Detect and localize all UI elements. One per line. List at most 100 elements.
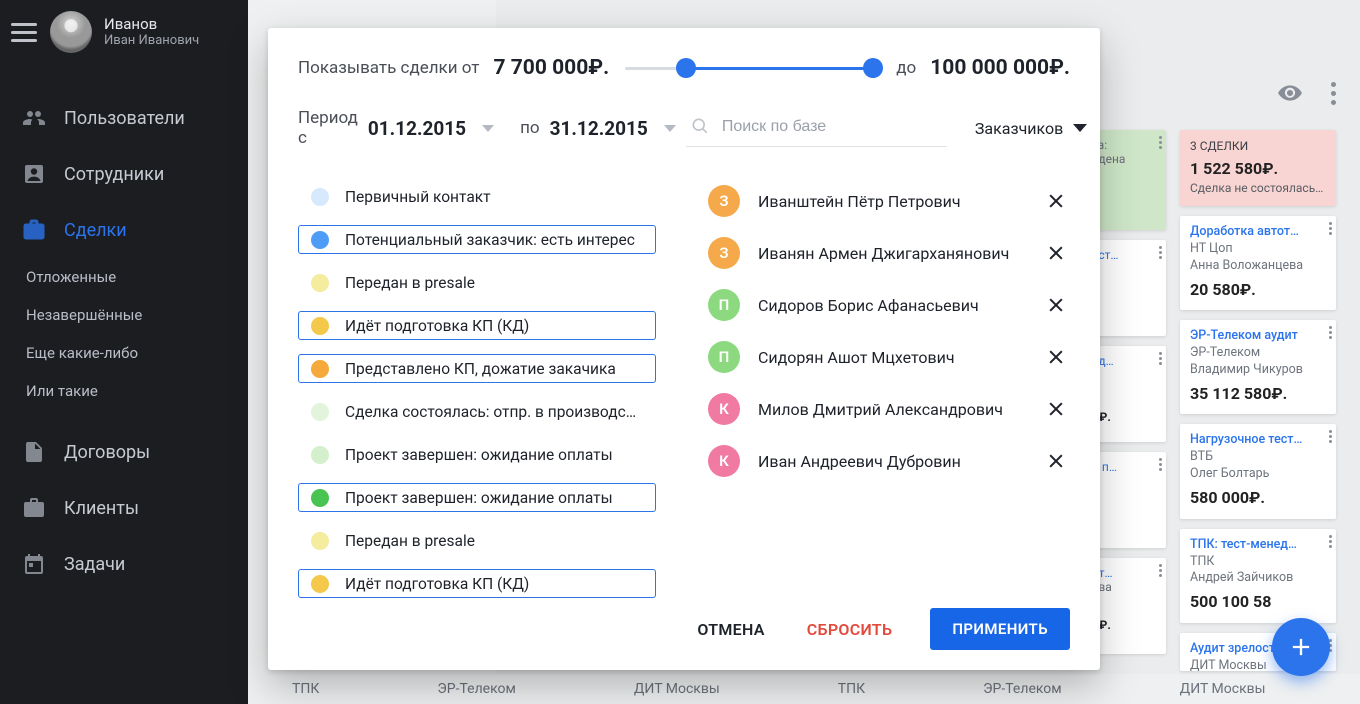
visibility-icon[interactable] xyxy=(1277,80,1303,106)
search-target-select[interactable]: Заказчиков xyxy=(975,119,1087,138)
slider-thumb-to[interactable] xyxy=(865,60,881,76)
filter-modal-footer: ОТМЕНА СБРОСИТЬ ПРИМЕНИТЬ xyxy=(298,608,1070,650)
nav-users[interactable]: Пользователи xyxy=(0,90,248,146)
card-more-icon[interactable] xyxy=(1159,458,1162,471)
person-avatar: З xyxy=(708,185,740,217)
more-icon[interactable] xyxy=(1331,82,1336,105)
subnav-item-1[interactable]: Незавершённые xyxy=(0,296,248,334)
remove-person-icon[interactable] xyxy=(1046,191,1066,211)
hamburger-icon[interactable] xyxy=(10,18,38,46)
stage-label: Первичный контакт xyxy=(345,188,491,206)
remove-person-icon[interactable] xyxy=(1046,347,1066,367)
stage-chip[interactable]: Представлено КП, дожатие закачика xyxy=(298,354,656,383)
stage-label: Передан в presale xyxy=(345,274,475,292)
card-more-icon[interactable] xyxy=(1159,564,1162,577)
people-icon xyxy=(22,106,46,130)
avatar[interactable] xyxy=(50,11,92,53)
amount-slider[interactable] xyxy=(625,54,880,82)
remove-person-icon[interactable] xyxy=(1046,295,1066,315)
nav-contracts[interactable]: Договоры xyxy=(0,424,248,480)
card-more-icon[interactable] xyxy=(1329,222,1332,235)
fab-add[interactable] xyxy=(1272,618,1330,676)
search-input[interactable] xyxy=(686,110,947,147)
deal-amount: 35 112 580₽. xyxy=(1190,383,1326,405)
stage-color-dot xyxy=(311,532,329,550)
stage-label: Передан в presale xyxy=(345,532,475,550)
card-more-icon[interactable] xyxy=(1329,430,1332,443)
footer-client: ДИТ Москвы xyxy=(634,681,720,697)
deal-owner: Олег Болтарь xyxy=(1190,466,1326,483)
person-name: Иван Андреевич Дубровин xyxy=(758,452,1028,471)
stage-color-dot xyxy=(311,317,329,335)
stage-chip[interactable]: Первичный контакт xyxy=(298,182,656,211)
person-name: Иванштейн Пётр Петрович xyxy=(758,192,1028,211)
footer-client: ТПК xyxy=(838,681,865,697)
deal-client: НТ Цоп xyxy=(1190,241,1326,258)
person-name: Сидоров Борис Афанасьевич xyxy=(758,296,1028,315)
footer-client: ДИТ Москвы xyxy=(1180,681,1266,697)
remove-person-icon[interactable] xyxy=(1046,243,1066,263)
footer-client: ЭР-Телеком xyxy=(437,681,516,697)
toolbar-right xyxy=(1277,80,1336,106)
stage-chip[interactable]: Проект завершен: ожидание оплаты xyxy=(298,483,656,512)
period-to-value[interactable]: 31.12.2015 xyxy=(550,117,648,140)
summary-card[interactable]: 3 СДЕЛКИ 1 522 580₽. Сделка не состоялас… xyxy=(1180,130,1336,206)
subnav-item-3[interactable]: Или такие xyxy=(0,372,248,410)
sidebar-header: Иванов Иван Иванович xyxy=(0,0,248,64)
cards-column-6: 3 СДЕЛКИ 1 522 580₽. Сделка не состоялас… xyxy=(1180,130,1336,671)
user-last-name: Иванов xyxy=(104,15,199,33)
period-from-value[interactable]: 01.12.2015 xyxy=(368,117,466,140)
stage-chip[interactable]: Идёт подготовка КП (КД) xyxy=(298,311,656,340)
deal-card[interactable]: ЭР-Телеком аудит ЭР-Телеком Владимир Чик… xyxy=(1180,320,1336,414)
filter-modal: Показывать сделки от 7 700 000₽. до 100 … xyxy=(268,28,1100,670)
board-footer-clients: ТПК ЭР-Телеком ДИТ Москвы ТПК ЭР-Телеком… xyxy=(248,674,1360,704)
person-avatar: П xyxy=(708,341,740,373)
subnav-item-2[interactable]: Еще какие-либо xyxy=(0,334,248,372)
deal-title: Доработка автот… xyxy=(1190,224,1326,241)
summary-count: 3 СДЕЛКИ xyxy=(1190,138,1326,154)
stage-label: Идёт подготовка КП (КД) xyxy=(345,317,529,335)
date-range-row: Период с 01.12.2015 по 31.12.2015 xyxy=(298,108,676,148)
slider-thumb-from[interactable] xyxy=(678,60,694,76)
deal-card[interactable]: Нагрузочное тест… ВТБ Олег Болтарь 580 0… xyxy=(1180,424,1336,518)
card-more-icon[interactable] xyxy=(1159,352,1162,365)
cancel-button[interactable]: ОТМЕНА xyxy=(693,610,768,649)
deal-card[interactable]: ТПК: тест-менед… ТПК Андрей Зайчиков 500… xyxy=(1180,529,1336,623)
user-first-line: Иван Иванович xyxy=(104,33,199,49)
footer-client: ТПК xyxy=(292,681,319,697)
plus-icon xyxy=(1287,633,1315,661)
stage-chip[interactable]: Проект завершен: ожидание оплаты xyxy=(298,440,656,469)
person-avatar: К xyxy=(708,445,740,477)
card-more-icon[interactable] xyxy=(1329,535,1332,548)
apply-button[interactable]: ПРИМЕНИТЬ xyxy=(930,608,1070,650)
stage-chip[interactable]: Идёт подготовка КП (КД) xyxy=(298,569,656,598)
person-row: З Иванштейн Пётр Петрович xyxy=(708,182,1066,220)
reset-button[interactable]: СБРОСИТЬ xyxy=(803,610,897,649)
second-row: Период с 01.12.2015 по 31.12.2015 Заказч… xyxy=(298,108,1070,148)
chevron-down-icon[interactable] xyxy=(482,125,494,132)
person-avatar: З xyxy=(708,237,740,269)
remove-person-icon[interactable] xyxy=(1046,451,1066,471)
stage-label: Проект завершен: ожидание оплаты xyxy=(345,446,613,464)
stage-chip[interactable]: Сделка состоялась: отпр. в производство xyxy=(298,397,656,426)
stage-chip[interactable]: Передан в presale xyxy=(298,268,656,297)
search-target-label: Заказчиков xyxy=(975,119,1063,138)
amount-from-label: Показывать сделки от xyxy=(298,58,479,78)
card-more-icon[interactable] xyxy=(1159,136,1162,149)
nav-deals[interactable]: Сделки xyxy=(0,202,248,258)
stage-chip[interactable]: Передан в presale xyxy=(298,526,656,555)
subnav-item-0[interactable]: Отложенные xyxy=(0,258,248,296)
card-more-icon[interactable] xyxy=(1159,246,1162,259)
stage-color-dot xyxy=(311,360,329,378)
nav-clients[interactable]: Клиенты xyxy=(0,480,248,536)
card-more-icon[interactable] xyxy=(1329,326,1332,339)
nav-tasks-label: Задачи xyxy=(64,554,125,575)
remove-person-icon[interactable] xyxy=(1046,399,1066,419)
sidebar-nav: Пользователи Сотрудники Сделки Отложенны… xyxy=(0,64,248,592)
chevron-down-icon[interactable] xyxy=(664,125,676,132)
nav-tasks[interactable]: Задачи xyxy=(0,536,248,592)
stage-color-dot xyxy=(311,446,329,464)
deal-card[interactable]: Доработка автот… НТ Цоп Анна Воложанцева… xyxy=(1180,216,1336,310)
nav-employees[interactable]: Сотрудники xyxy=(0,146,248,202)
stage-chip[interactable]: Потенциальный заказчик: есть интерес xyxy=(298,225,656,254)
